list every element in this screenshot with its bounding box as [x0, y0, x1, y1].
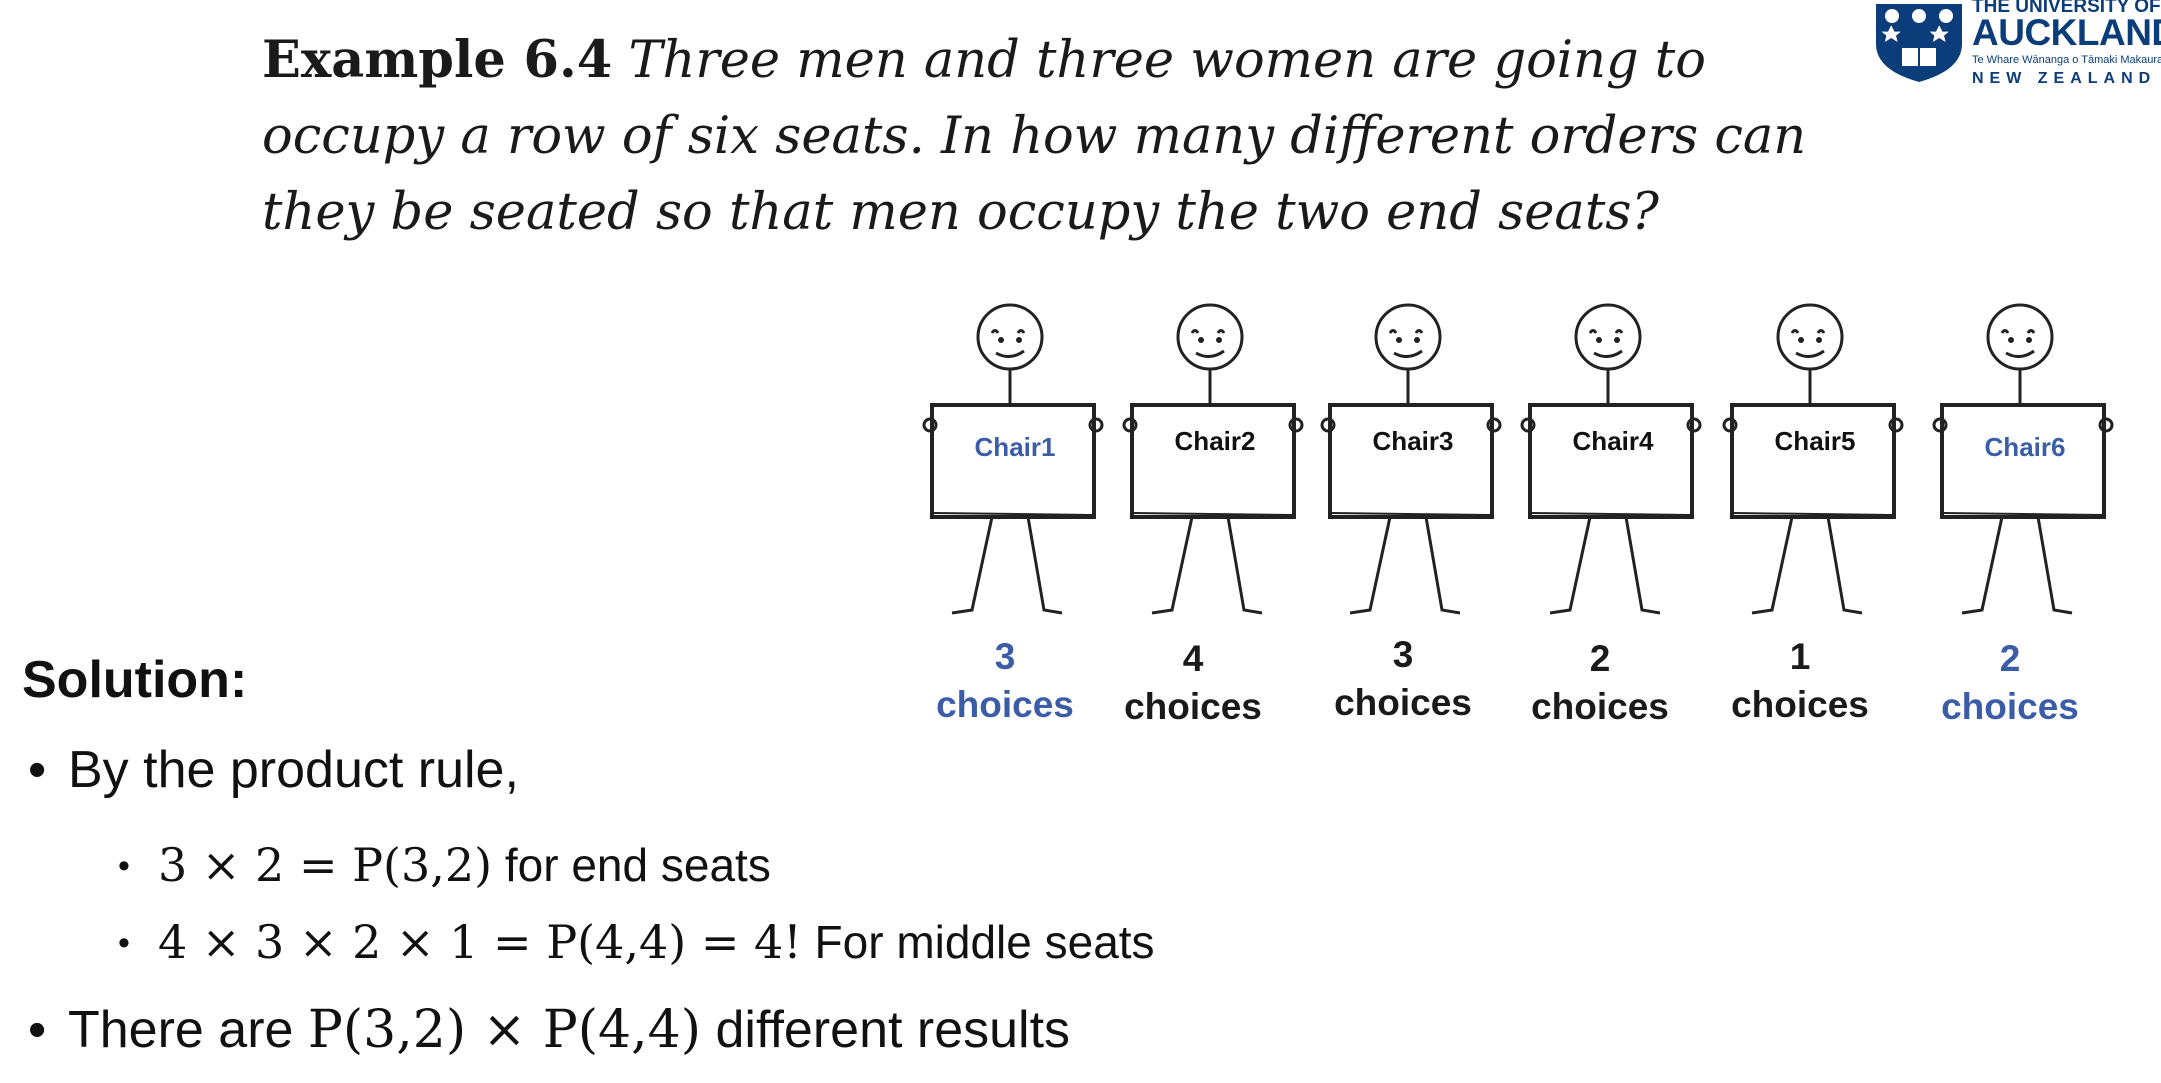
choice-word: choices	[1531, 686, 1669, 727]
choice-count: 3 choices	[1318, 633, 1488, 729]
choice-number: 2	[1999, 638, 2021, 679]
sub-bullet-middle-seats: • 4 × 3 × 2 × 1 = P(4,4) = 4! For middle …	[118, 915, 1155, 969]
university-crest-icon	[1876, 4, 1962, 82]
choice-word: choices	[1941, 686, 2079, 727]
middle-seats-text: For middle seats	[801, 916, 1155, 968]
example-statement: Example 6.4 Three men and three women ar…	[262, 22, 1822, 251]
middle-seats-formula: 4 × 3 × 2 × 1 = P(4,4) = 4!	[158, 915, 802, 969]
logo-line-4: NEW ZEALAND	[1972, 70, 2157, 87]
chair-sign-label: Chair1	[974, 432, 1056, 462]
stick-figure-icon	[1320, 303, 1502, 615]
chair-sign-label: Chair2	[1174, 426, 1256, 456]
sub-bullet-dot: •	[118, 924, 130, 962]
stick-figure: Chair6	[1930, 295, 2120, 625]
choice-number: 4	[1182, 638, 1204, 679]
stick-figure-icon	[1722, 303, 1904, 615]
stick-figure-icon	[1122, 303, 1304, 615]
end-seats-formula: 3 × 2 = P(3,2)	[158, 838, 493, 892]
choice-number: 3	[1392, 634, 1414, 675]
chair-figures: Chair1 3 choices Chair2 4 choices Chair3 3 choic…	[920, 295, 2120, 727]
chair-sign-label: Chair4	[1572, 426, 1654, 456]
bullet-product-rule-text: By the product rule,	[68, 741, 519, 799]
bullet-dot: •	[28, 1001, 47, 1059]
bullet-product-rule: • By the product rule,	[28, 740, 519, 800]
chair-sign-label: Chair6	[1984, 432, 2066, 462]
stick-figure-icon	[1520, 303, 1702, 615]
solution-heading: Solution:	[22, 651, 248, 709]
stick-figure: Chair4	[1518, 295, 1708, 625]
university-logo: THE UNIVERSITY OF AUCKLAND Te Whare Wāna…	[1870, 0, 2161, 90]
choice-word: choices	[1124, 686, 1262, 727]
bullet-result: • There are P(3,2) × P(4,4) different res…	[28, 1000, 1070, 1060]
bullet-dot: •	[28, 741, 47, 799]
stick-figure: Chair2	[1120, 295, 1310, 625]
example-label: Example 6.4	[262, 30, 613, 90]
result-post-text: different results	[701, 1001, 1071, 1059]
sub-bullet-dot: •	[118, 847, 130, 885]
sub-bullet-end-seats: • 3 × 2 = P(3,2) for end seats	[118, 838, 771, 892]
choice-count: 4 choices	[1108, 637, 1278, 733]
choice-word: choices	[936, 684, 1074, 725]
choice-word: choices	[1334, 682, 1472, 723]
choice-count: 1 choices	[1715, 635, 1885, 731]
logo-line-2: AUCKLAND	[1972, 12, 2161, 53]
result-formula: P(3,2) × P(4,4)	[307, 1000, 702, 1060]
chair-sign-label: Chair5	[1774, 426, 1856, 456]
choice-number: 3	[994, 636, 1016, 677]
choice-number: 2	[1589, 638, 1611, 679]
choice-count: 2 choices	[1925, 637, 2095, 733]
end-seats-text: for end seats	[492, 839, 771, 891]
choice-count: 3 choices	[920, 635, 1090, 731]
stick-figure: Chair1	[920, 295, 1110, 625]
choice-count: 2 choices	[1515, 637, 1685, 733]
choice-word: choices	[1731, 684, 1869, 725]
result-pre-text: There are	[68, 1001, 308, 1059]
choice-number: 1	[1789, 636, 1811, 677]
stick-figure: Chair3	[1318, 295, 1508, 625]
logo-line-3: Te Whare Wānanga o Tāmaki Makaurau	[1972, 54, 2161, 66]
chair-sign-label: Chair3	[1372, 426, 1454, 456]
stick-figure: Chair5	[1720, 295, 1910, 625]
